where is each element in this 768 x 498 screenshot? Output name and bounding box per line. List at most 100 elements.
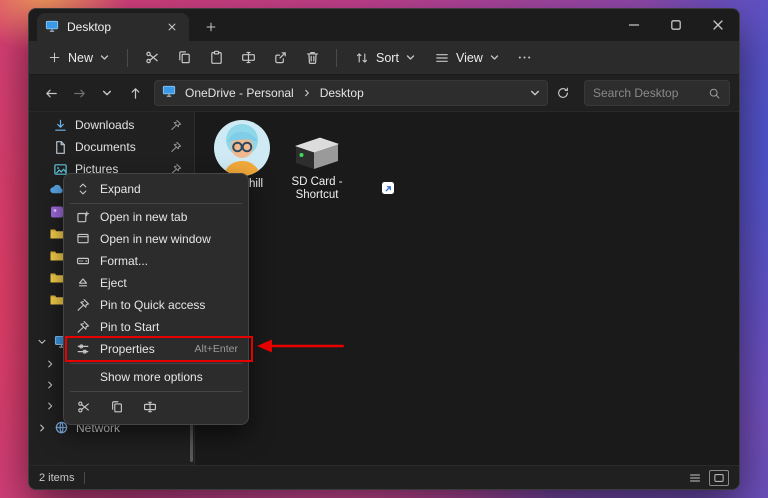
desktop-wallpaper: Desktop New Sort View OneDrive - Persona… (0, 0, 768, 498)
menu-item-open-in-new-window[interactable]: Open in new window (68, 228, 244, 250)
file-item-churchill[interactable] (214, 120, 270, 176)
cut-button[interactable] (137, 45, 167, 71)
format-icon (75, 254, 91, 268)
forward-arrow-icon (73, 89, 85, 97)
menu-copy-button[interactable] (104, 395, 130, 419)
view-button-label: View (455, 50, 483, 65)
new-button-label: New (68, 50, 94, 65)
menu-item-expand[interactable]: Expand (68, 178, 244, 200)
ellipsis-icon (519, 56, 531, 59)
new-button[interactable]: New (39, 45, 118, 71)
menu-item-open-in-new-tab[interactable]: Open in new tab (68, 206, 244, 228)
files-area[interactable]: churchill SD Card - Shortcut (194, 112, 739, 465)
sort-icon (356, 52, 368, 63)
item-count: 2 items (39, 471, 75, 484)
downloads-icon (55, 119, 66, 131)
recent-locations-button[interactable] (94, 80, 120, 106)
sidebar-item-downloads[interactable]: Downloads (33, 114, 190, 136)
large-icons-view-button[interactable] (709, 469, 729, 486)
user-avatar (214, 120, 270, 176)
address-row: OneDrive - Personal Desktop (29, 75, 739, 111)
cut-icon (78, 401, 89, 413)
breadcrumb-desktop[interactable]: Desktop (316, 85, 368, 101)
desktop-tab-icon (45, 19, 59, 36)
menu-item-pin-to-quick-access[interactable]: Pin to Quick access (68, 294, 244, 316)
tab-close-icon[interactable] (163, 18, 181, 36)
document-icon (56, 140, 65, 154)
more-options-button[interactable] (510, 45, 540, 71)
chevron-right-icon (40, 424, 45, 431)
external-drive-icon (295, 137, 339, 169)
refresh-icon (558, 87, 568, 98)
search-input[interactable] (593, 86, 702, 100)
context-menu: Expand Open in new tab Open in new windo… (63, 173, 253, 425)
up-arrow-icon (131, 87, 139, 99)
properties-icon (75, 342, 91, 356)
location-desktop-icon (162, 84, 176, 103)
copy-button[interactable] (169, 45, 199, 71)
sidebar-item-label: Documents (75, 140, 136, 154)
close-button[interactable] (697, 9, 739, 41)
menu-item-format[interactable]: Format... (68, 250, 244, 272)
view-icon (436, 53, 448, 62)
breadcrumb-onedrive[interactable]: OneDrive - Personal (181, 85, 298, 101)
paste-button[interactable] (201, 45, 231, 71)
refresh-button[interactable] (550, 80, 576, 106)
tab-desktop[interactable]: Desktop (37, 13, 189, 41)
tab-title: Desktop (67, 20, 112, 34)
menu-rename-button[interactable] (137, 395, 163, 419)
menu-cut-button[interactable] (71, 395, 97, 419)
forward-button[interactable] (66, 80, 92, 106)
titlebar[interactable]: Desktop (29, 9, 739, 41)
trash-icon (306, 52, 318, 65)
command-bar: New Sort View (29, 41, 739, 75)
menu-item-eject[interactable]: Eject (68, 272, 244, 294)
copy-icon (178, 51, 190, 64)
copy-icon (112, 401, 122, 413)
thumbnails-view-icon (714, 473, 724, 482)
chevron-right-icon (48, 381, 53, 389)
up-button[interactable] (122, 80, 148, 106)
open-new-tab-icon (75, 210, 91, 224)
share-icon (274, 52, 286, 64)
rename-button[interactable] (233, 45, 263, 71)
sidebar-item-drive-collapsed[interactable] (45, 359, 55, 369)
sort-button[interactable]: Sort (346, 45, 424, 71)
window-controls (613, 9, 739, 41)
minimize-button[interactable] (613, 9, 655, 41)
sidebar-item-documents[interactable]: Documents (33, 136, 190, 158)
search-icon[interactable] (708, 87, 721, 100)
file-explorer-window: Desktop New Sort View OneDrive - Persona… (28, 8, 740, 490)
chevron-down-icon (530, 90, 540, 96)
separator (127, 48, 129, 67)
new-tab-button[interactable] (197, 13, 225, 41)
separator (336, 48, 338, 67)
separator (84, 471, 86, 484)
chevron-right-icon (48, 402, 53, 410)
view-toggle-group (685, 469, 729, 486)
file-item-sd-card-shortcut[interactable] (288, 134, 394, 194)
menu-item-pin-to-start[interactable]: Pin to Start (68, 316, 244, 338)
pin-icon (75, 320, 91, 334)
address-bar[interactable]: OneDrive - Personal Desktop (154, 80, 548, 106)
delete-button[interactable] (297, 45, 327, 71)
sidebar-item-drive-collapsed[interactable] (45, 380, 55, 390)
back-arrow-icon (45, 89, 57, 97)
address-dropdown-button[interactable] (530, 88, 540, 98)
menu-item-properties[interactable]: Properties Alt+Enter (65, 336, 253, 362)
separator (70, 362, 242, 364)
details-view-button[interactable] (685, 470, 705, 486)
rename-icon (144, 401, 156, 413)
view-button[interactable]: View (426, 45, 508, 71)
cut-icon (145, 51, 158, 64)
sort-button-label: Sort (376, 50, 399, 65)
breadcrumb-chevron-icon (304, 89, 309, 97)
paste-icon (210, 50, 222, 64)
share-button[interactable] (265, 45, 295, 71)
maximize-button[interactable] (655, 9, 697, 41)
chevron-down-icon (490, 55, 498, 60)
sidebar-item-drive-collapsed[interactable] (45, 401, 55, 411)
menu-item-show-more-options[interactable]: Show more options (68, 366, 244, 388)
menu-shortcut: Alt+Enter (194, 343, 238, 355)
back-button[interactable] (38, 80, 64, 106)
